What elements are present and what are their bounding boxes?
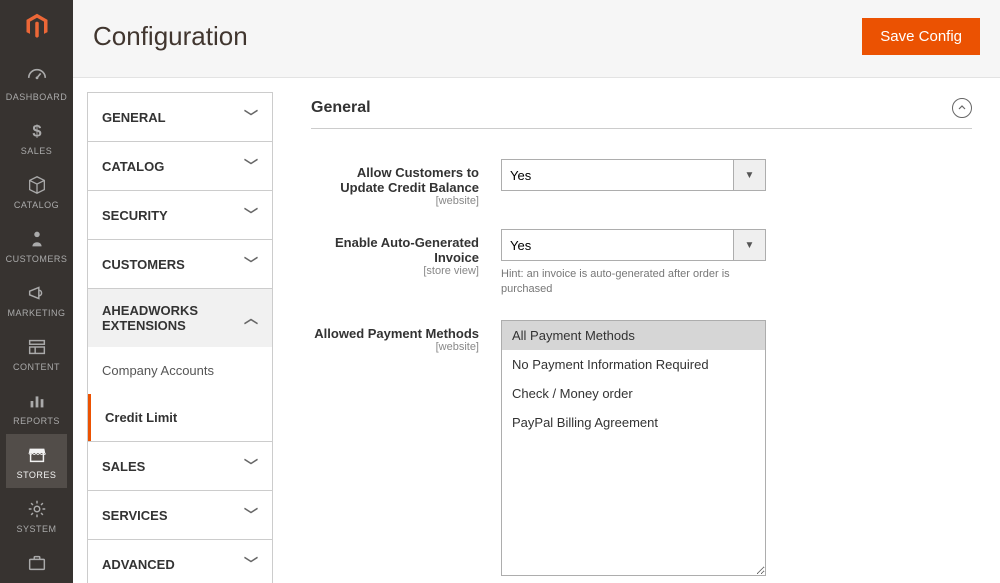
- config-tab-aheadworks-extensions: AHEADWORKS EXTENSIONS︿Company AccountsCr…: [87, 288, 273, 442]
- nav-label: SALES: [21, 146, 53, 156]
- chevron-down-icon: ﹀: [244, 156, 258, 176]
- cube-icon: [26, 174, 48, 196]
- nav-briefcase[interactable]: [6, 542, 68, 582]
- megaphone-icon: [26, 282, 48, 304]
- config-tab-catalog: CATALOG﹀: [87, 141, 273, 191]
- magento-logo: [23, 12, 51, 40]
- nav-sales[interactable]: $ SALES: [6, 110, 68, 164]
- field-label: Enable Auto-Generated Invoice: [311, 235, 479, 265]
- allow-update-select[interactable]: Yes: [501, 159, 734, 191]
- payment-option[interactable]: No Payment Information Required: [502, 350, 765, 379]
- config-tab-header[interactable]: CATALOG﹀: [88, 142, 272, 190]
- config-tab-advanced: ADVANCED﹀: [87, 539, 273, 583]
- config-form: General Allow Customers to Update Credit…: [273, 78, 1000, 583]
- config-tab-header[interactable]: ADVANCED﹀: [88, 540, 272, 583]
- dropdown-arrow-icon[interactable]: ▼: [734, 229, 766, 261]
- config-subtab-credit-limit[interactable]: Credit Limit: [88, 394, 272, 441]
- save-config-button[interactable]: Save Config: [862, 18, 980, 55]
- nav-label: STORES: [17, 470, 57, 480]
- svg-text:$: $: [32, 123, 41, 141]
- payment-option[interactable]: Check / Money order: [502, 379, 765, 408]
- field-hint: Hint: an invoice is auto-generated after…: [501, 267, 766, 298]
- nav-label: MARKETING: [7, 308, 65, 318]
- section-title: General: [311, 99, 371, 117]
- nav-label: CATALOG: [14, 200, 59, 210]
- config-tab-header[interactable]: SERVICES﹀: [88, 491, 272, 539]
- nav-stores[interactable]: STORES: [6, 434, 68, 488]
- bars-icon: [26, 390, 48, 412]
- config-tabs: GENERAL﹀CATALOG﹀SECURITY﹀CUSTOMERS﹀AHEAD…: [73, 78, 273, 583]
- gear-icon: [26, 498, 48, 520]
- config-tab-header[interactable]: GENERAL﹀: [88, 93, 272, 141]
- admin-left-nav: DASHBOARD $ SALES CATALOG CUSTOMERS MARKETING…: [0, 0, 73, 583]
- nav-label: CONTENT: [13, 362, 60, 372]
- field-scope: [store view]: [311, 265, 479, 277]
- config-tab-header[interactable]: SALES﹀: [88, 442, 272, 490]
- chevron-down-icon: ﹀: [244, 205, 258, 225]
- chevron-up-icon: ︿: [244, 308, 258, 328]
- field-scope: [website]: [311, 195, 479, 207]
- chevron-down-icon: ﹀: [244, 254, 258, 274]
- chevron-down-icon: ﹀: [244, 107, 258, 127]
- page-title: Configuration: [93, 21, 248, 52]
- field-auto-invoice: Enable Auto-Generated Invoice [store vie…: [311, 229, 972, 298]
- field-allow-customers-update: Allow Customers to Update Credit Balance…: [311, 159, 972, 207]
- field-label: Allow Customers to Update Credit Balance: [311, 165, 479, 195]
- nav-content[interactable]: CONTENT: [6, 326, 68, 380]
- chevron-down-icon: ﹀: [244, 505, 258, 525]
- field-scope: [website]: [311, 341, 479, 353]
- briefcase-icon: [26, 552, 48, 574]
- nav-catalog[interactable]: CATALOG: [6, 164, 68, 218]
- config-tab-general: GENERAL﹀: [87, 92, 273, 142]
- nav-label: CUSTOMERS: [6, 254, 68, 264]
- config-tab-header[interactable]: SECURITY﹀: [88, 191, 272, 239]
- section-header[interactable]: General: [311, 98, 972, 129]
- dropdown-arrow-icon[interactable]: ▼: [734, 159, 766, 191]
- dashboard-icon: [26, 66, 48, 88]
- field-payment-methods: Allowed Payment Methods [website] All Pa…: [311, 320, 972, 576]
- nav-system[interactable]: SYSTEM: [6, 488, 68, 542]
- config-tab-sales: SALES﹀: [87, 441, 273, 491]
- collapse-icon[interactable]: [952, 98, 972, 118]
- nav-reports[interactable]: REPORTS: [6, 380, 68, 434]
- nav-label: REPORTS: [13, 416, 60, 426]
- chevron-down-icon: ﹀: [244, 456, 258, 476]
- nav-marketing[interactable]: MARKETING: [6, 272, 68, 326]
- config-tab-header[interactable]: AHEADWORKS EXTENSIONS︿: [88, 289, 272, 347]
- nav-label: DASHBOARD: [6, 92, 68, 102]
- payment-option[interactable]: PayPal Billing Agreement: [502, 408, 765, 437]
- config-tab-services: SERVICES﹀: [87, 490, 273, 540]
- payment-methods-multiselect[interactable]: All Payment MethodsNo Payment Informatio…: [501, 320, 766, 576]
- auto-invoice-select[interactable]: Yes: [501, 229, 734, 261]
- dollar-icon: $: [26, 120, 48, 142]
- field-label: Allowed Payment Methods: [311, 326, 479, 341]
- nav-label: SYSTEM: [16, 524, 56, 534]
- payment-option[interactable]: All Payment Methods: [502, 321, 765, 350]
- chevron-down-icon: ﹀: [244, 554, 258, 574]
- page-header: Configuration Save Config: [73, 0, 1000, 78]
- person-icon: [26, 228, 48, 250]
- blocks-icon: [26, 336, 48, 358]
- config-tab-security: SECURITY﹀: [87, 190, 273, 240]
- nav-customers[interactable]: CUSTOMERS: [6, 218, 68, 272]
- config-tab-header[interactable]: CUSTOMERS﹀: [88, 240, 272, 288]
- config-subtab-company-accounts[interactable]: Company Accounts: [88, 347, 272, 394]
- nav-dashboard[interactable]: DASHBOARD: [6, 56, 68, 110]
- store-icon: [26, 444, 48, 466]
- config-tab-customers: CUSTOMERS﹀: [87, 239, 273, 289]
